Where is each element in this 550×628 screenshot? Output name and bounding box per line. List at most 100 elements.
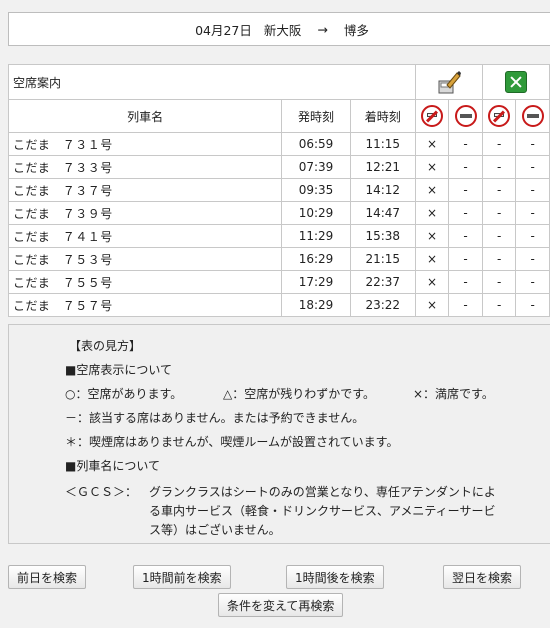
seat-status: - bbox=[481, 247, 517, 271]
seat-status: - bbox=[515, 270, 550, 294]
prev-hour-button[interactable]: 1時間前を検索 bbox=[133, 565, 231, 589]
next-day-button[interactable]: 翌日を検索 bbox=[443, 565, 522, 589]
legend-gcs-line3: ス等）はございません。 bbox=[149, 523, 281, 537]
route-header: 04月27日 新大阪 → 博多 bbox=[8, 12, 550, 46]
col-train-name: 列車名 bbox=[7, 99, 283, 133]
seat-status: - bbox=[481, 201, 517, 225]
table-row: こだま ７５５号 17:29 22:37 × - - - bbox=[7, 270, 550, 294]
depart-time: 17:29 bbox=[281, 270, 351, 294]
seat-status: × bbox=[414, 293, 450, 317]
seat-status: - bbox=[515, 224, 550, 248]
legend-gcs-line2: る車内サービス（軽食・ドリンクサービス、アメニティーサービ bbox=[149, 504, 496, 518]
seat-status: - bbox=[515, 293, 550, 317]
seat-status: × bbox=[414, 224, 450, 248]
depart-time: 11:29 bbox=[281, 224, 351, 248]
arrive-time: 21:15 bbox=[349, 247, 416, 271]
legend-gcs-label: ＜ＧＣＳ＞： bbox=[65, 485, 138, 499]
table-title: 空席案内 bbox=[8, 64, 416, 100]
origin-station: 新大阪 bbox=[263, 22, 302, 38]
seat-status: - bbox=[448, 178, 483, 202]
seat-type-nosmoking-1 bbox=[414, 99, 450, 133]
destination-station: 博多 bbox=[343, 22, 369, 38]
seat-status: - bbox=[448, 201, 483, 225]
table-row: こだま ７３３号 07:39 12:21 × - - - bbox=[7, 155, 550, 179]
col-arrive-time: 着時刻 bbox=[349, 99, 416, 133]
green-car-check-cell bbox=[481, 64, 550, 100]
no-smoking-icon bbox=[420, 105, 443, 127]
change-conditions-button[interactable]: 条件を変えて再検索 bbox=[218, 593, 344, 617]
seat-type-nosmoking-2 bbox=[481, 99, 517, 133]
train-name: こだま ７３９号 bbox=[7, 201, 283, 225]
legend-full: ×：満席です。 bbox=[413, 387, 494, 401]
train-name: こだま ７５３号 bbox=[7, 247, 283, 271]
arrive-time: 14:12 bbox=[349, 178, 416, 202]
legend-seat-section: ■空席表示について bbox=[65, 363, 172, 377]
depart-time: 07:39 bbox=[281, 155, 351, 179]
no-entry-icon bbox=[521, 105, 544, 127]
next-hour-button[interactable]: 1時間後を検索 bbox=[286, 565, 384, 589]
legend-smoking-room: ＊：喫煙席はありませんが、喫煙ルームが設置されています。 bbox=[65, 435, 399, 449]
train-name: こだま ７４１号 bbox=[7, 224, 283, 248]
seat-status: - bbox=[481, 178, 517, 202]
train-name: こだま ７５７号 bbox=[7, 293, 283, 317]
seat-availability-table: 空席案内 列車名 発時刻 着時刻 こだま ７３１号 06:59 11:15 × … bbox=[7, 64, 550, 317]
seat-status: - bbox=[448, 155, 483, 179]
arrive-time: 15:38 bbox=[349, 224, 416, 248]
seat-status: × bbox=[414, 270, 450, 294]
seat-status: - bbox=[448, 132, 483, 156]
seat-status: - bbox=[448, 293, 483, 317]
seat-status: - bbox=[515, 132, 550, 156]
seat-status: - bbox=[481, 155, 517, 179]
legend-few-left: △：空席が残りわずかです。 bbox=[223, 387, 376, 401]
seat-status: - bbox=[481, 293, 517, 317]
arrive-time: 22:37 bbox=[349, 270, 416, 294]
green-car-check-icon bbox=[504, 71, 527, 93]
legend-available: ○：空席があります。 bbox=[65, 387, 183, 401]
prev-day-button[interactable]: 前日を検索 bbox=[8, 565, 87, 589]
train-name: こだま ７５５号 bbox=[7, 270, 283, 294]
table-row: こだま ７５７号 18:29 23:22 × - - - bbox=[7, 293, 550, 317]
no-entry-icon bbox=[454, 105, 477, 127]
seat-status: × bbox=[414, 155, 450, 179]
seat-status: - bbox=[448, 224, 483, 248]
table-row: こだま ７３７号 09:35 14:12 × - - - bbox=[7, 178, 550, 202]
seat-type-noentry-2 bbox=[515, 99, 550, 133]
col-depart-time: 発時刻 bbox=[281, 99, 351, 133]
seat-status: - bbox=[448, 270, 483, 294]
green-car-pen-icon bbox=[437, 69, 461, 95]
no-smoking-icon bbox=[488, 105, 511, 127]
seat-status: × bbox=[414, 178, 450, 202]
table-row: こだま ７３１号 06:59 11:15 × - - - bbox=[7, 132, 550, 156]
seat-status: × bbox=[414, 132, 450, 156]
train-name: こだま ７３７号 bbox=[7, 178, 283, 202]
seat-status: - bbox=[448, 247, 483, 271]
route-arrow: → bbox=[317, 21, 328, 37]
seat-status: × bbox=[414, 247, 450, 271]
seat-status: - bbox=[515, 178, 550, 202]
table-row: こだま ７３９号 10:29 14:47 × - - - bbox=[7, 201, 550, 225]
arrive-time: 11:15 bbox=[349, 132, 416, 156]
train-name: こだま ７３１号 bbox=[7, 132, 283, 156]
train-name: こだま ７３３号 bbox=[7, 155, 283, 179]
green-car-pen-cell bbox=[414, 64, 483, 100]
depart-time: 09:35 bbox=[281, 178, 351, 202]
legend-gcs-line1: グランクラスはシートのみの営業となり、専任アテンダントによ bbox=[149, 485, 496, 499]
table-row: こだま ７５３号 16:29 21:15 × - - - bbox=[7, 247, 550, 271]
seat-status: - bbox=[481, 270, 517, 294]
table-row: こだま ７４１号 11:29 15:38 × - - - bbox=[7, 224, 550, 248]
seat-status: × bbox=[414, 201, 450, 225]
depart-time: 16:29 bbox=[281, 247, 351, 271]
depart-time: 06:59 bbox=[281, 132, 351, 156]
seat-status: - bbox=[481, 132, 517, 156]
arrive-time: 12:21 bbox=[349, 155, 416, 179]
seat-type-noentry-1 bbox=[448, 99, 483, 133]
legend-name-section: ■列車名について bbox=[65, 459, 160, 473]
seat-status: - bbox=[515, 247, 550, 271]
depart-time: 18:29 bbox=[281, 293, 351, 317]
arrive-time: 23:22 bbox=[349, 293, 416, 317]
seat-status: - bbox=[515, 155, 550, 179]
seat-status: - bbox=[515, 201, 550, 225]
depart-time: 10:29 bbox=[281, 201, 351, 225]
travel-date: 04月27日 bbox=[195, 22, 252, 38]
arrive-time: 14:47 bbox=[349, 201, 416, 225]
